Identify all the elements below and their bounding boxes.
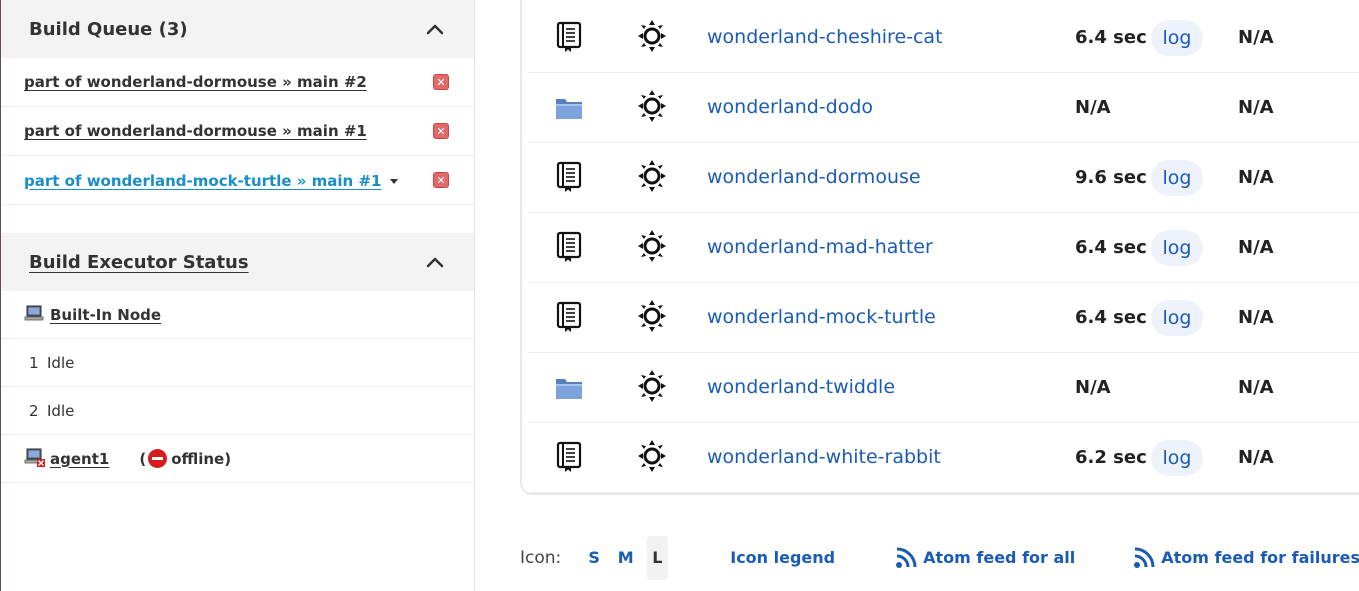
- jenkins-dashboard: Build Queue (3) part of wonderland-dormo…: [0, 0, 1359, 591]
- executor-status-title[interactable]: Build Executor Status: [29, 252, 249, 273]
- last-duration: 9.6 sec: [1075, 167, 1147, 188]
- executor-row: 1 Idle: [0, 339, 474, 387]
- agent-row: agent1 ( offline): [0, 435, 474, 483]
- console-log-button[interactable]: log: [1151, 230, 1203, 266]
- offline-computer-icon: [24, 446, 46, 472]
- icon-size-large-button[interactable]: L: [646, 535, 669, 580]
- last-value: N/A: [1238, 447, 1274, 468]
- console-log-button[interactable]: log: [1151, 300, 1203, 336]
- rss-icon: [1134, 547, 1155, 568]
- pipeline-icon: [555, 161, 583, 193]
- last-value: N/A: [1238, 27, 1274, 48]
- job-name-link[interactable]: wonderland-mad-hatter: [707, 236, 933, 258]
- pipeline-icon: [555, 231, 583, 263]
- pipeline-icon: [555, 21, 583, 53]
- cancel-queue-item-icon[interactable]: ✕: [433, 74, 449, 90]
- executor-row: 2 Idle: [0, 387, 474, 435]
- console-log-button[interactable]: log: [1151, 160, 1203, 196]
- job-row: wonderland-mad-hatter 6.4 sec log N/A: [527, 213, 1359, 283]
- last-value: N/A: [1238, 237, 1274, 258]
- last-value: N/A: [1238, 167, 1274, 188]
- job-row: wonderland-twiddle N/A N/A: [527, 353, 1359, 423]
- icon-size-small-button[interactable]: S: [583, 536, 605, 580]
- open-paren: (: [139, 449, 147, 468]
- weather-sunny-icon: [637, 299, 667, 333]
- executor-state: Idle: [47, 401, 75, 420]
- build-queue-header: Build Queue (3): [0, 0, 474, 58]
- job-name-link[interactable]: wonderland-dodo: [707, 96, 873, 118]
- icon-size-label: Icon:: [520, 547, 562, 568]
- agent-offline-status: ( offline): [139, 449, 231, 468]
- weather-sunny-icon: [637, 439, 667, 473]
- agent-link[interactable]: agent1: [50, 450, 109, 468]
- last-duration: N/A: [1075, 97, 1111, 118]
- offline-icon: [148, 449, 168, 468]
- queue-item: part of wonderland-dormouse » main #1 ✕: [0, 107, 474, 156]
- atom-feed-all-link[interactable]: Atom feed for all: [895, 547, 1075, 569]
- built-in-node-link[interactable]: Built-In Node: [50, 306, 161, 324]
- sidebar-edge: [0, 0, 1, 591]
- cancel-queue-item-icon[interactable]: ✕: [433, 172, 449, 188]
- offline-label: offline): [171, 449, 232, 468]
- computer-icon: [24, 303, 44, 327]
- collapse-executors-chevron-up-icon[interactable]: [424, 251, 446, 273]
- pipeline-icon: [555, 301, 583, 333]
- folder-icon: [555, 371, 583, 403]
- sidebar: Build Queue (3) part of wonderland-dormo…: [0, 0, 475, 591]
- rss-icon: [896, 547, 917, 568]
- job-name-link[interactable]: wonderland-cheshire-cat: [707, 26, 943, 48]
- console-log-button[interactable]: log: [1151, 20, 1203, 56]
- job-name-link[interactable]: wonderland-mock-turtle: [707, 306, 936, 328]
- queue-item-link[interactable]: part of wonderland-mock-turtle » main #1: [24, 172, 381, 190]
- weather-sunny-icon: [637, 369, 667, 403]
- last-value: N/A: [1238, 97, 1274, 118]
- job-row: wonderland-cheshire-cat 6.4 sec log N/A: [527, 3, 1359, 73]
- queue-item-link[interactable]: part of wonderland-dormouse » main #1: [24, 122, 367, 140]
- executor-number: 2: [29, 401, 39, 420]
- atom-feed-all-label: Atom feed for all: [923, 548, 1076, 567]
- queue-item-link[interactable]: part of wonderland-dormouse » main #2: [24, 73, 367, 91]
- collapse-build-queue-chevron-up-icon[interactable]: [424, 18, 446, 40]
- last-value: N/A: [1238, 307, 1274, 328]
- last-duration: 6.2 sec: [1075, 447, 1147, 468]
- icon-size-medium-button[interactable]: M: [615, 536, 637, 580]
- console-log-button[interactable]: log: [1151, 440, 1203, 476]
- queue-item: part of wonderland-mock-turtle » main #1…: [0, 156, 474, 205]
- weather-sunny-icon: [637, 159, 667, 193]
- job-name-link[interactable]: wonderland-twiddle: [707, 376, 895, 398]
- weather-sunny-icon: [637, 229, 667, 263]
- job-name-link[interactable]: wonderland-white-rabbit: [707, 446, 941, 468]
- atom-feed-failures-label: Atom feed for failures: [1161, 548, 1359, 567]
- pipeline-icon: [555, 441, 583, 473]
- executor-state: Idle: [47, 353, 75, 372]
- last-duration: 6.4 sec: [1075, 27, 1147, 48]
- queue-item-link-wrap: part of wonderland-mock-turtle » main #1: [24, 171, 399, 190]
- cancel-queue-item-icon[interactable]: ✕: [433, 123, 449, 139]
- job-row: wonderland-dormouse 9.6 sec log N/A: [527, 143, 1359, 213]
- job-row: wonderland-mock-turtle 6.4 sec log N/A: [527, 283, 1359, 353]
- weather-sunny-icon: [637, 19, 667, 53]
- job-row: wonderland-white-rabbit 6.2 sec log N/A: [527, 423, 1359, 493]
- icon-legend-link[interactable]: Icon legend: [730, 548, 835, 567]
- folder-icon: [555, 91, 583, 123]
- footer-bar: Icon: S M L Icon legend Atom feed for al…: [520, 535, 1359, 580]
- weather-sunny-icon: [637, 89, 667, 123]
- executor-status-header: Build Executor Status: [0, 233, 474, 291]
- last-duration: N/A: [1075, 377, 1111, 398]
- job-name-link[interactable]: wonderland-dormouse: [707, 166, 921, 188]
- main-content: wonderland-cheshire-cat 6.4 sec log N/A wond…: [475, 0, 1359, 591]
- executor-number: 1: [29, 353, 39, 372]
- last-value: N/A: [1238, 377, 1274, 398]
- build-queue-title: Build Queue (3): [29, 18, 188, 40]
- last-duration: 6.4 sec: [1075, 307, 1147, 328]
- queue-item: part of wonderland-dormouse » main #2 ✕: [0, 58, 474, 107]
- dropdown-caret-icon[interactable]: [390, 178, 399, 184]
- job-row: wonderland-dodo N/A N/A: [527, 73, 1359, 143]
- atom-feed-failures-link[interactable]: Atom feed for failures: [1133, 547, 1359, 569]
- built-in-node-row: Built-In Node: [0, 291, 474, 339]
- last-duration: 6.4 sec: [1075, 237, 1147, 258]
